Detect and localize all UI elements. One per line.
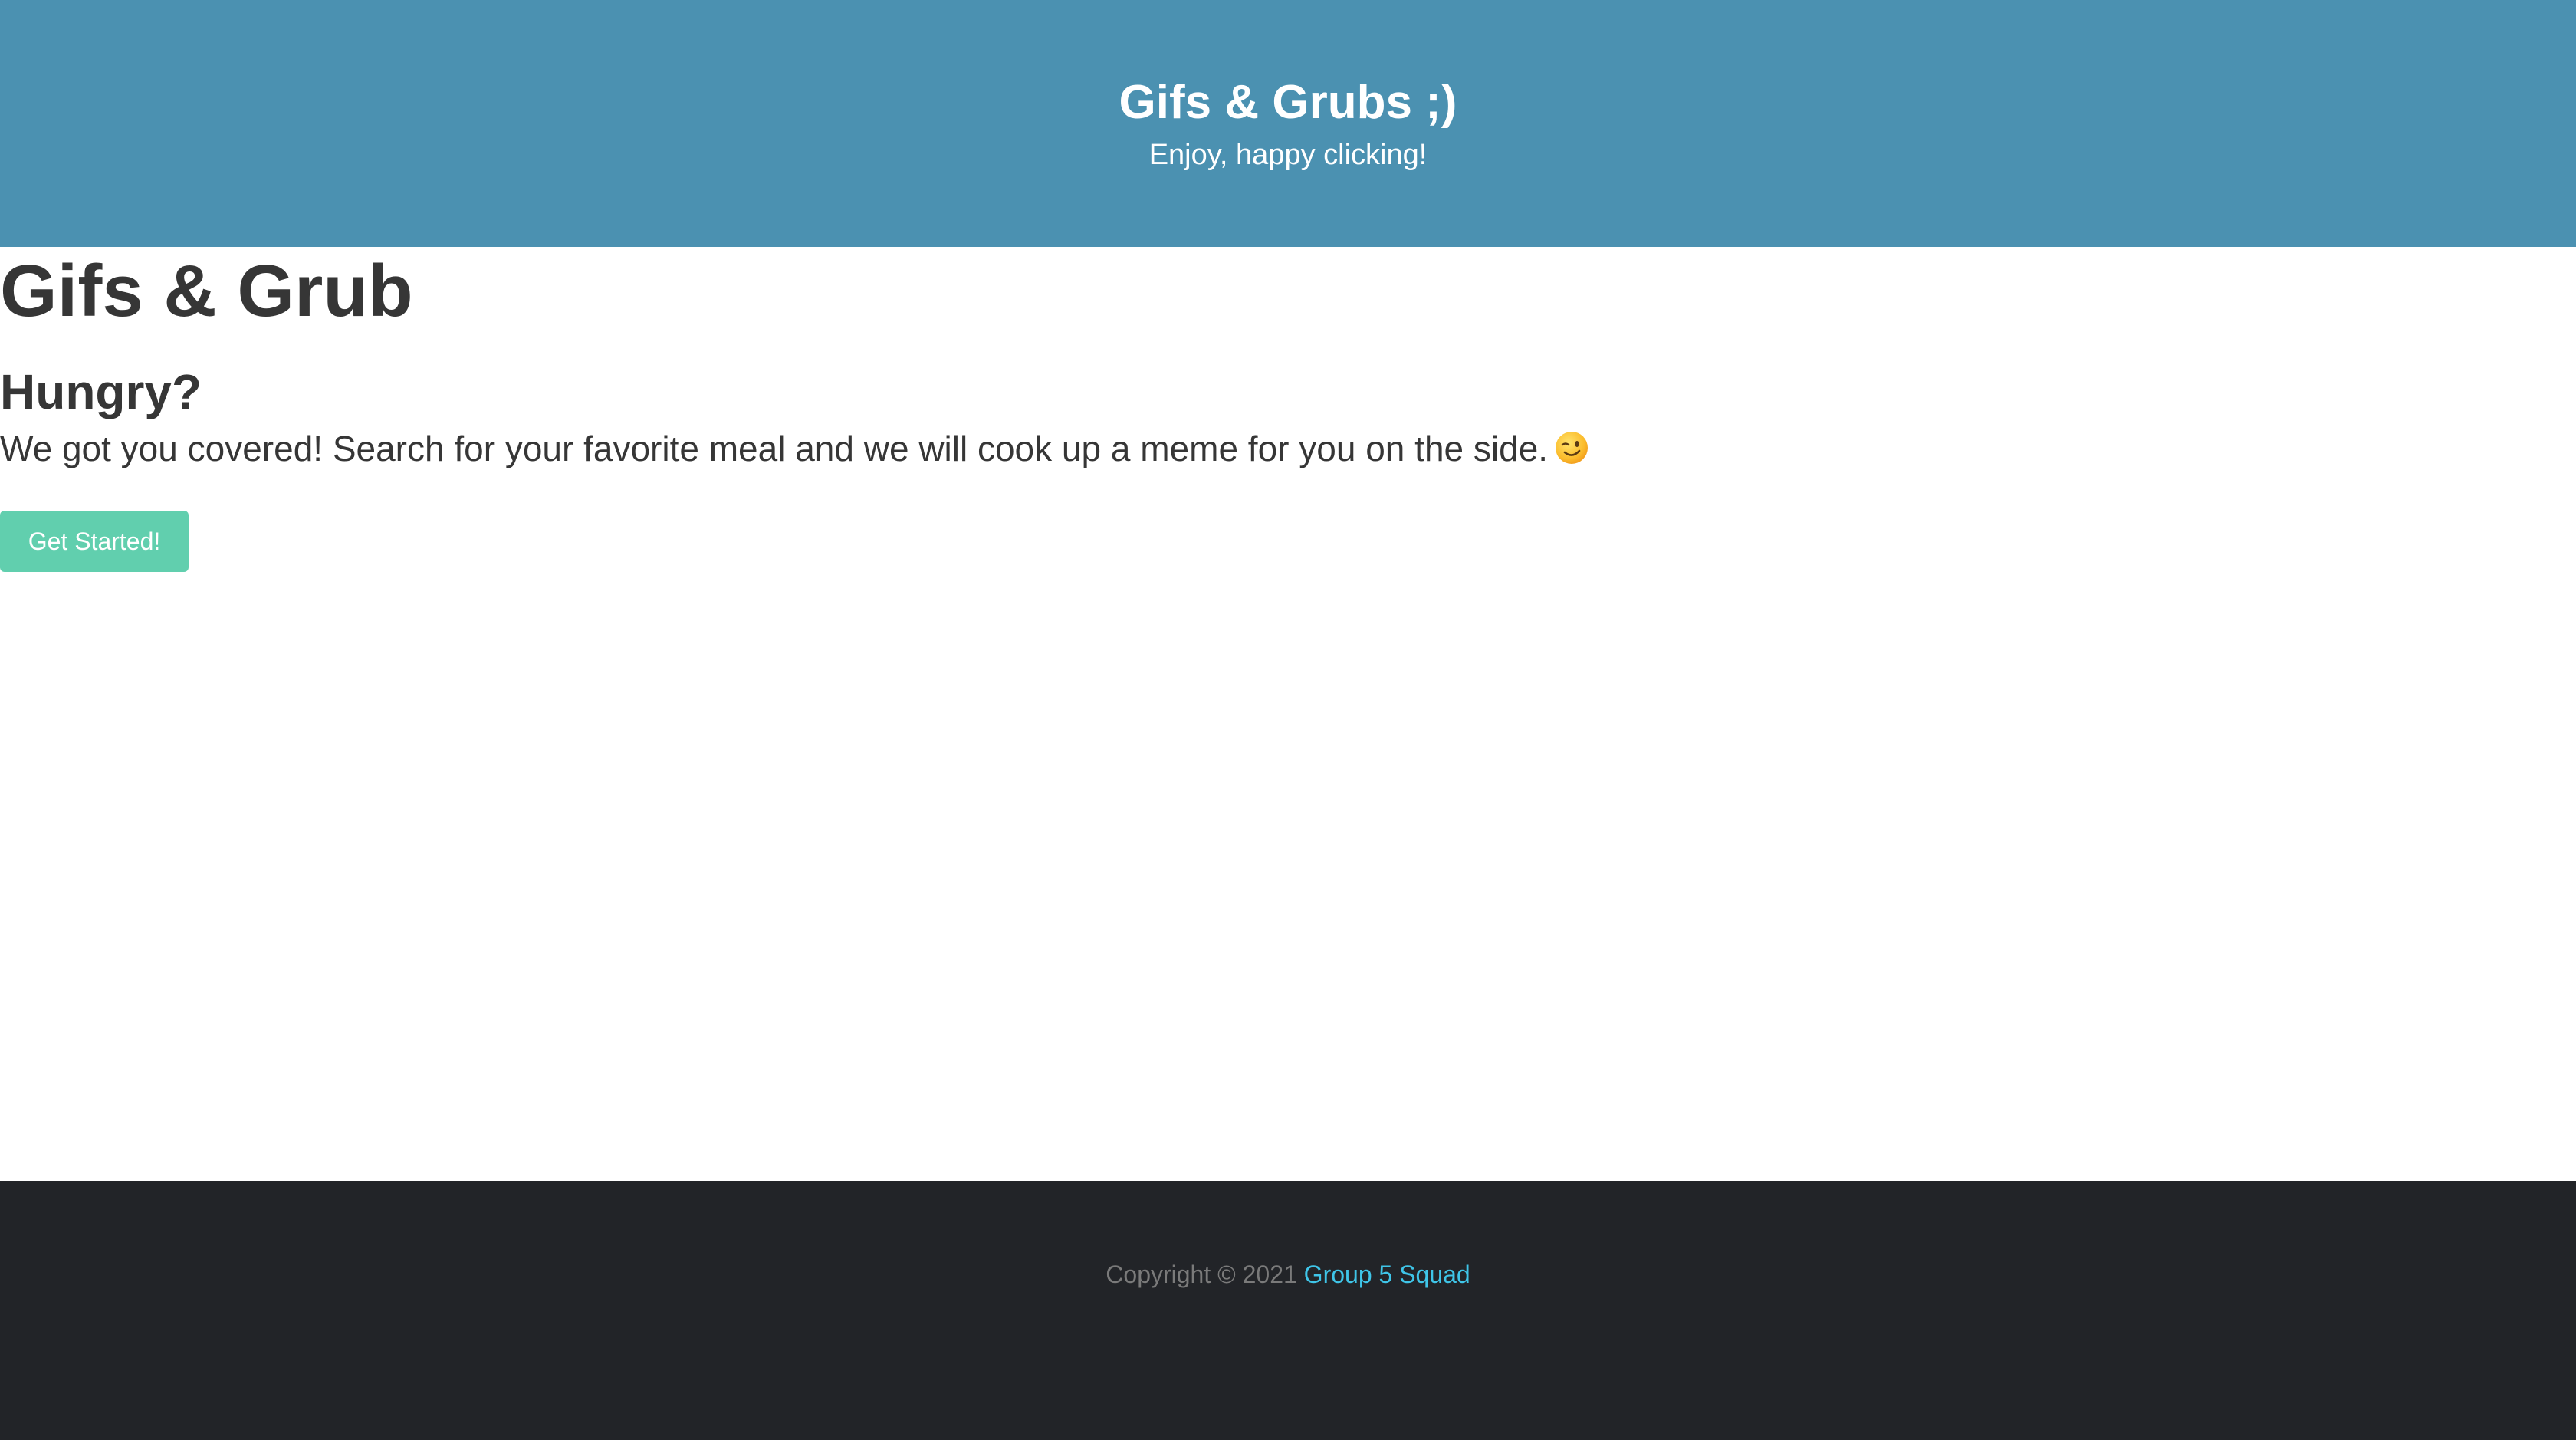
hero-banner: Gifs & Grubs ;) Enjoy, happy clicking! xyxy=(0,0,2576,247)
get-started-button[interactable]: Get Started! xyxy=(0,511,189,572)
hero-title: Gifs & Grubs ;) xyxy=(1119,76,1457,129)
main-content: Gifs & Grub Hungry? We got you covered! … xyxy=(0,247,2576,1181)
winking-face-emoji-icon xyxy=(1556,432,1589,464)
group-5-squad-link[interactable]: Group 5 Squad xyxy=(1304,1261,1470,1288)
page-title: Gifs & Grub xyxy=(0,250,413,332)
description-text: We got you covered! Search for your favo… xyxy=(0,429,1549,468)
footer: Copyright © 2021 Group 5 Squad xyxy=(0,1181,2576,1440)
subheading: Hungry? xyxy=(0,364,202,419)
description-paragraph: We got you covered! Search for your favo… xyxy=(0,425,1589,472)
footer-copyright: Copyright © 2021 Group 5 Squad xyxy=(0,1258,2576,1291)
hero-subtitle: Enjoy, happy clicking! xyxy=(1148,139,1428,171)
copyright-text: Copyright © 2021 xyxy=(1106,1261,1297,1288)
page: Gifs & Grubs ;) Enjoy, happy clicking! G… xyxy=(0,0,2576,1440)
